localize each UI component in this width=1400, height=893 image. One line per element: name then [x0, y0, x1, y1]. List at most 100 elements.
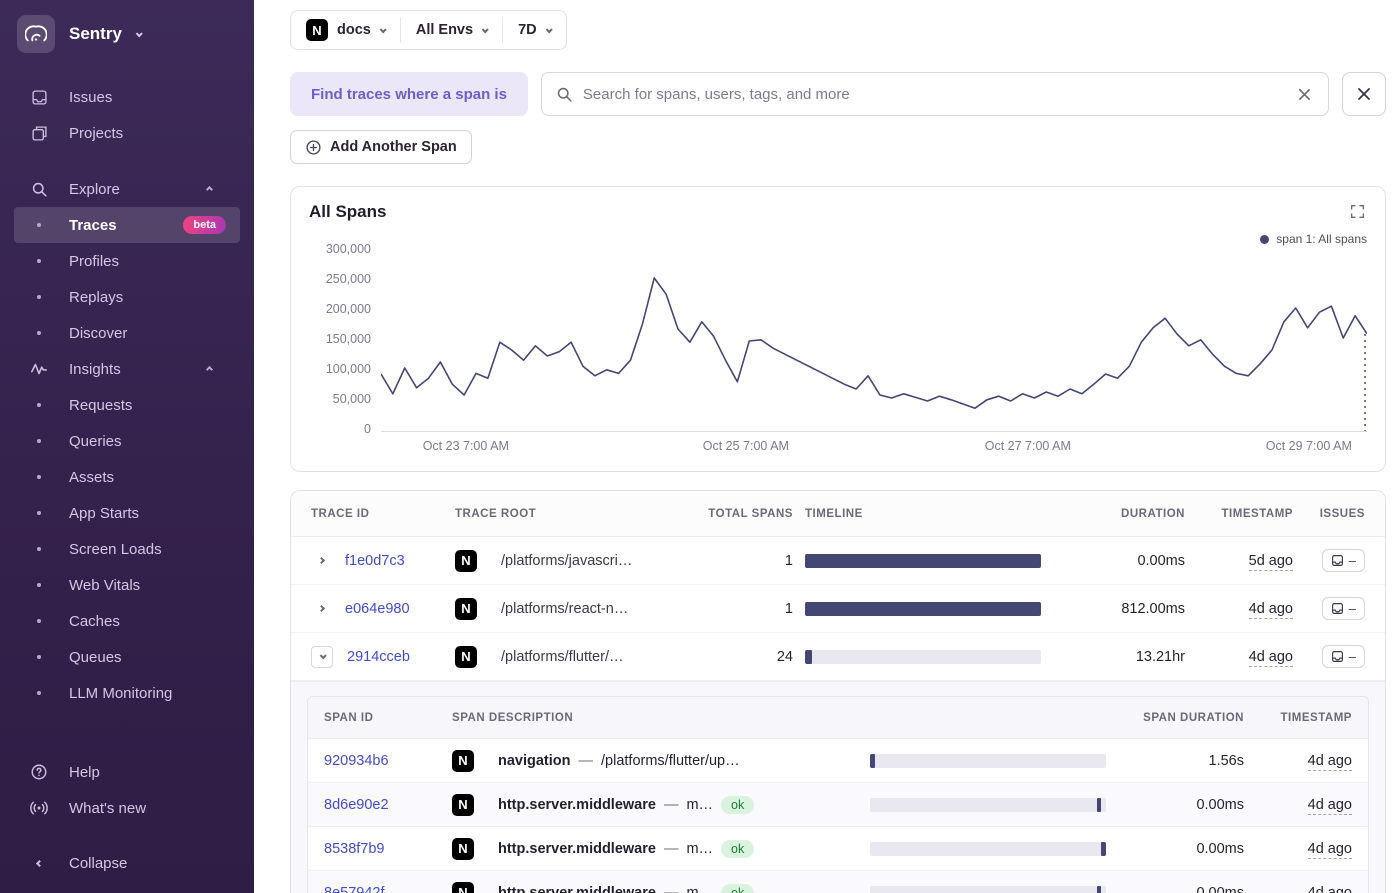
sidebar-item-projects[interactable]: Projects	[14, 115, 240, 151]
sidebar-item-label: Profiles	[69, 253, 119, 270]
span-search-input[interactable]	[583, 86, 1283, 103]
sidebar-item-queries[interactable]: Queries	[14, 423, 240, 459]
timestamp-value[interactable]: 4d ago	[1308, 797, 1352, 815]
chevron-right-icon[interactable]	[311, 606, 331, 611]
trace-row[interactable]: f1e0d7c3 N /platforms/javascri… 1 0.00ms…	[291, 537, 1385, 585]
chevron-down-icon[interactable]	[311, 646, 333, 668]
column-header: SPAN DURATION	[1132, 712, 1244, 724]
span-id-link[interactable]: 8e57942f	[324, 885, 384, 893]
bullet-icon	[37, 295, 41, 299]
column-header: DURATION	[1073, 508, 1185, 520]
trace-id-link[interactable]: f1e0d7c3	[345, 553, 405, 569]
nextjs-platform-icon: N	[452, 838, 474, 860]
chevron-down-icon	[380, 26, 387, 33]
sidebar-item-app-starts[interactable]: App Starts	[14, 495, 240, 531]
chevron-up-icon	[206, 365, 213, 372]
environment-selector[interactable]: All Envs	[401, 11, 502, 49]
timestamp-value[interactable]: 4d ago	[1308, 753, 1352, 771]
span-row[interactable]: 8538f7b9 N http.server.middleware — m… o…	[308, 827, 1368, 871]
timeline-track	[805, 650, 1041, 664]
chart-legend[interactable]: span 1: All spans	[1260, 232, 1367, 246]
date-range-value: 7D	[518, 22, 537, 38]
trace-row[interactable]: e064e980 N /platforms/react-n… 1 812.00m…	[291, 585, 1385, 633]
all-spans-chart-panel: All Spans span 1: All spans 300,000	[290, 186, 1386, 472]
sidebar-item-label: Discover	[69, 325, 127, 342]
span-op: http.server.middleware	[498, 885, 656, 893]
sidebar-item-queues[interactable]: Queues	[14, 639, 240, 675]
sidebar-item-web-vitals[interactable]: Web Vitals	[14, 567, 240, 603]
y-tick-label: 200,000	[326, 302, 371, 316]
sidebar-item-help[interactable]: Help	[14, 754, 240, 790]
span-id-link[interactable]: 8d6e90e2	[324, 797, 389, 813]
duration-value: 0.00ms	[1132, 797, 1244, 813]
span-row[interactable]: 8e57942f N http.server.middleware — m… o…	[308, 871, 1368, 893]
timestamp-value[interactable]: 4d ago	[1308, 885, 1352, 893]
sidebar-item-label: Help	[69, 764, 100, 781]
environment-value: All Envs	[416, 22, 473, 38]
project-selector[interactable]: N docs	[291, 11, 400, 49]
remove-span-filter-button[interactable]	[1342, 72, 1386, 116]
timestamp-value[interactable]: 4d ago	[1249, 601, 1293, 619]
sidebar-item-whats-new[interactable]: What's new	[14, 790, 240, 826]
trace-row-expanded[interactable]: 2914cceb N /platforms/flutter/… 24 13.21…	[291, 633, 1385, 681]
nextjs-platform-icon: N	[455, 550, 477, 572]
timestamp-value[interactable]: 4d ago	[1308, 841, 1352, 859]
span-id-link[interactable]: 920934b6	[324, 753, 389, 769]
chevron-down-icon	[545, 26, 552, 33]
sidebar-section-insights[interactable]: Insights	[14, 351, 240, 387]
timeline-bar	[805, 554, 1041, 568]
sidebar-item-discover[interactable]: Discover	[14, 315, 240, 351]
span-row[interactable]: 8d6e90e2 N http.server.middleware — m… o…	[308, 783, 1368, 827]
sidebar-item-caches[interactable]: Caches	[14, 603, 240, 639]
sidebar-collapse-button[interactable]: Collapse	[14, 845, 240, 881]
trace-id-link[interactable]: e064e980	[345, 601, 410, 617]
span-id-link[interactable]: 8538f7b9	[324, 841, 384, 857]
duration-value: 0.00ms	[1073, 553, 1185, 569]
sidebar-item-requests[interactable]: Requests	[14, 387, 240, 423]
search-icon	[556, 86, 573, 103]
date-range-selector[interactable]: 7D	[503, 11, 566, 49]
sidebar-item-traces[interactable]: Traces beta	[14, 207, 240, 243]
sidebar-item-profiles[interactable]: Profiles	[14, 243, 240, 279]
bullet-icon	[37, 583, 41, 587]
chevron-down-icon	[136, 30, 143, 37]
bullet-icon	[37, 691, 41, 695]
broadcast-icon	[29, 799, 49, 817]
sidebar-item-label: Replays	[69, 289, 123, 306]
sidebar-item-assets[interactable]: Assets	[14, 459, 240, 495]
timestamp-value[interactable]: 4d ago	[1249, 649, 1293, 667]
chevron-right-icon[interactable]	[311, 558, 331, 563]
beta-badge: beta	[183, 216, 226, 234]
column-header: SPAN ID	[324, 712, 440, 724]
span-row[interactable]: 920934b6 N navigation — /platforms/flutt…	[308, 739, 1368, 783]
clear-search-icon[interactable]	[1293, 83, 1316, 106]
timeline-bar	[1101, 842, 1105, 856]
org-switcher[interactable]: Sentry	[0, 0, 254, 59]
section-label: Explore	[69, 181, 120, 198]
issues-indicator[interactable]: –	[1322, 645, 1365, 668]
sidebar-item-replays[interactable]: Replays	[14, 279, 240, 315]
timestamp-value[interactable]: 5d ago	[1249, 553, 1293, 571]
sidebar-nav: Issues Projects Explore	[0, 79, 254, 893]
timeline-track	[870, 754, 1106, 768]
issues-indicator[interactable]: –	[1322, 549, 1365, 572]
column-header: TIMESTAMP	[1256, 712, 1352, 724]
trace-root: /platforms/flutter/…	[501, 649, 689, 665]
trace-id-link[interactable]: 2914cceb	[347, 649, 410, 665]
sidebar-section-explore[interactable]: Explore	[14, 171, 240, 207]
section-label: Insights	[69, 361, 121, 378]
issues-indicator[interactable]: –	[1322, 597, 1365, 620]
span-search-box[interactable]	[541, 72, 1329, 116]
sidebar-item-screen-loads[interactable]: Screen Loads	[14, 531, 240, 567]
sidebar-item-llm-monitoring[interactable]: LLM Monitoring	[14, 675, 240, 711]
sentry-logo-icon	[17, 15, 55, 53]
add-another-span-button[interactable]: Add Another Span	[290, 130, 472, 164]
chevron-left-icon	[29, 861, 49, 866]
legend-dot-icon	[1260, 235, 1269, 244]
sidebar-item-issues[interactable]: Issues	[14, 79, 240, 115]
fullscreen-icon[interactable]	[1348, 202, 1367, 224]
x-tick-label: Oct 25 7:00 AM	[703, 439, 789, 453]
total-spans-value: 1	[701, 553, 793, 569]
bullet-icon	[37, 259, 41, 263]
duration-value: 812.00ms	[1073, 601, 1185, 617]
